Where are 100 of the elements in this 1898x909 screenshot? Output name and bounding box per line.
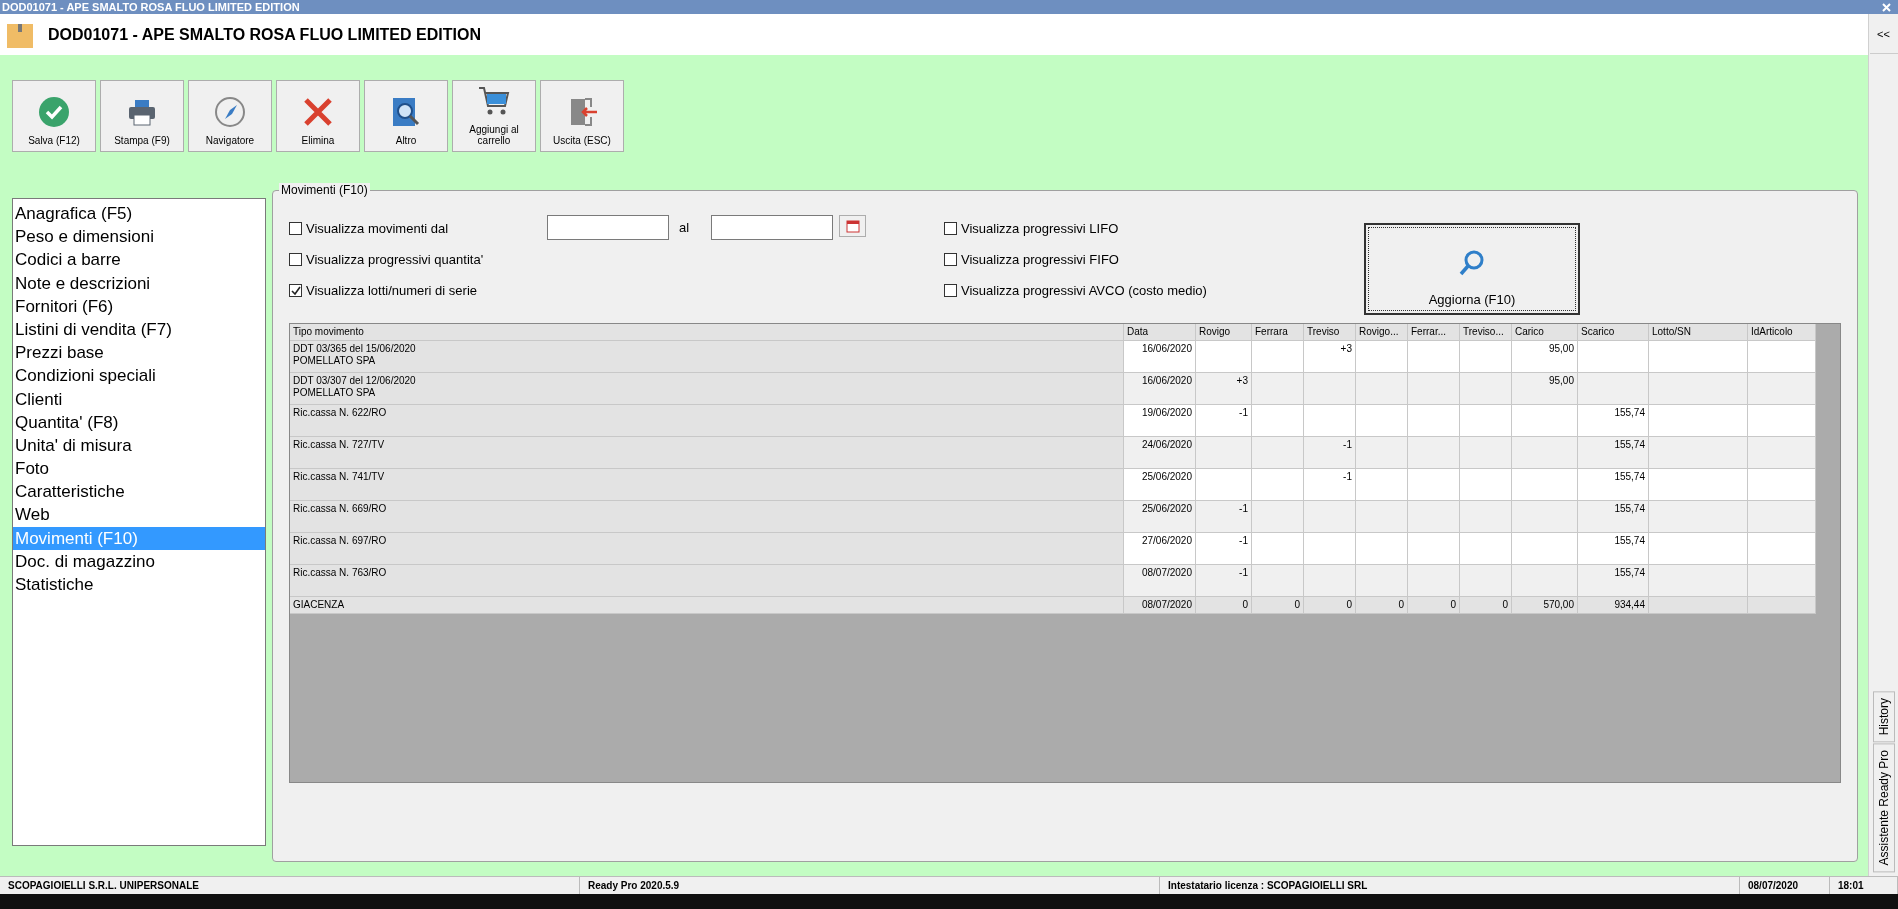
section-item[interactable]: Condizioni speciali bbox=[13, 364, 265, 388]
toolbar-button[interactable]: Aggiungi al carrello bbox=[452, 80, 536, 152]
toolbar-button[interactable]: Salva (F12) bbox=[12, 80, 96, 152]
toolbar-button[interactable]: Navigatore bbox=[188, 80, 272, 152]
table-cell bbox=[1512, 533, 1578, 565]
column-header[interactable]: Treviso... bbox=[1460, 324, 1512, 341]
column-header[interactable]: Treviso bbox=[1304, 324, 1356, 341]
table-cell bbox=[1408, 373, 1460, 405]
table-cell: 155,74 bbox=[1578, 469, 1649, 501]
table-cell bbox=[1356, 565, 1408, 597]
table-cell: 16/06/2020 bbox=[1124, 341, 1196, 373]
table-cell: 95,00 bbox=[1512, 341, 1578, 373]
table-cell bbox=[1196, 341, 1252, 373]
table-cell bbox=[1460, 373, 1512, 405]
section-item[interactable]: Note e descrizioni bbox=[13, 271, 265, 295]
checkbox-label: Visualizza progressivi AVCO (costo medio) bbox=[961, 283, 1207, 298]
section-item[interactable]: Doc. di magazzino bbox=[13, 549, 265, 573]
refresh-button[interactable]: Aggiorna (F10) bbox=[1364, 223, 1580, 315]
table-cell bbox=[1356, 501, 1408, 533]
table-cell bbox=[1252, 373, 1304, 405]
column-header[interactable]: Data bbox=[1124, 324, 1196, 341]
date-to-field[interactable] bbox=[711, 215, 834, 240]
section-item[interactable]: Prezzi base bbox=[13, 341, 265, 365]
column-header[interactable]: Carico bbox=[1512, 324, 1578, 341]
section-item[interactable]: Quantita' (F8) bbox=[13, 410, 265, 434]
toolbar-button[interactable]: Elimina bbox=[276, 80, 360, 152]
table-cell: 24/06/2020 bbox=[1124, 437, 1196, 469]
table-cell bbox=[1356, 405, 1408, 437]
side-tab[interactable]: History bbox=[1872, 691, 1895, 743]
section-item[interactable]: Clienti bbox=[13, 387, 265, 411]
checkbox-label: Visualizza progressivi quantita' bbox=[306, 252, 484, 267]
toolbar-button[interactable]: Uscita (ESC) bbox=[540, 80, 624, 152]
section-item[interactable]: Listini di vendita (F7) bbox=[13, 317, 265, 342]
table-cell: 19/06/2020 bbox=[1124, 405, 1196, 437]
table-cell bbox=[1408, 533, 1460, 565]
table-cell bbox=[1578, 341, 1649, 373]
table-cell bbox=[1408, 501, 1460, 533]
table-cell: -1 bbox=[1196, 501, 1252, 533]
compass-icon bbox=[213, 95, 247, 129]
section-item[interactable]: Caratteristiche bbox=[13, 480, 265, 504]
checkbox[interactable] bbox=[944, 222, 957, 235]
section-item[interactable]: Unita' di misura bbox=[13, 433, 265, 458]
check-icon bbox=[37, 95, 71, 129]
table-cell: Ric.cassa N. 697/RO bbox=[290, 533, 1124, 565]
table-cell bbox=[1460, 501, 1512, 533]
toolbar-button[interactable]: Stampa (F9) bbox=[100, 80, 184, 152]
section-item[interactable]: Codici a barre bbox=[13, 248, 265, 272]
date-to-label: al bbox=[679, 219, 690, 237]
table-cell: -1 bbox=[1304, 469, 1356, 501]
table-cell: DDT 03/365 del 15/06/2020 POMELLATO SPA bbox=[290, 341, 1124, 373]
table-cell: Ric.cassa N. 741/TV bbox=[290, 469, 1124, 501]
column-header[interactable]: Scarico bbox=[1578, 324, 1649, 341]
table-cell bbox=[1512, 437, 1578, 469]
table-cell bbox=[1748, 373, 1816, 405]
side-tab[interactable]: Assistente Ready Pro bbox=[1872, 742, 1895, 872]
table-cell: 0 bbox=[1304, 597, 1356, 614]
table-cell: 95,00 bbox=[1512, 373, 1578, 405]
table-cell bbox=[1460, 565, 1512, 597]
table-cell: Ric.cassa N. 622/RO bbox=[290, 405, 1124, 437]
table-cell: 25/06/2020 bbox=[1124, 501, 1196, 533]
column-header[interactable]: Ferrar... bbox=[1408, 324, 1460, 341]
table-cell: 0 bbox=[1196, 597, 1252, 614]
toolbar-button[interactable]: Altro bbox=[364, 80, 448, 152]
table-cell: 155,74 bbox=[1578, 565, 1649, 597]
column-header[interactable]: IdArticolo bbox=[1748, 324, 1816, 341]
section-item[interactable]: Web bbox=[13, 503, 265, 527]
calendar-button[interactable] bbox=[839, 215, 867, 237]
table-cell bbox=[1408, 341, 1460, 373]
table-cell bbox=[1356, 437, 1408, 469]
section-item[interactable]: Statistiche bbox=[13, 573, 265, 597]
date-from-field[interactable] bbox=[547, 215, 669, 240]
table-cell bbox=[1356, 469, 1408, 501]
table-cell bbox=[1304, 405, 1356, 437]
table-cell: 0 bbox=[1408, 597, 1460, 614]
checkbox[interactable] bbox=[944, 253, 957, 266]
column-header[interactable]: Tipo movimento bbox=[290, 324, 1124, 341]
window-title: DOD01071 - APE SMALTO ROSA FLUO LIMITED EDITION bbox=[2, 1, 300, 13]
table-cell: 08/07/2020 bbox=[1124, 597, 1196, 614]
table-cell: 155,74 bbox=[1578, 405, 1649, 437]
checkbox[interactable] bbox=[289, 222, 302, 235]
checkbox-label: Visualizza progressivi FIFO bbox=[961, 252, 1119, 267]
table-cell: 0 bbox=[1356, 597, 1408, 614]
checkbox[interactable] bbox=[289, 253, 302, 266]
column-header[interactable]: Lotto/SN bbox=[1649, 324, 1748, 341]
table-cell bbox=[1460, 437, 1512, 469]
section-item[interactable]: Foto bbox=[13, 457, 265, 481]
section-item[interactable]: Peso e dimensioni bbox=[13, 225, 265, 249]
checkbox[interactable] bbox=[944, 284, 957, 297]
table-cell: 155,74 bbox=[1578, 437, 1649, 469]
section-item[interactable]: Fornitori (F6) bbox=[13, 294, 265, 318]
column-header[interactable]: Ferrara bbox=[1252, 324, 1304, 341]
calendar-icon bbox=[845, 219, 860, 233]
checkbox[interactable] bbox=[289, 284, 302, 297]
table-cell: 08/07/2020 bbox=[1124, 565, 1196, 597]
checkbox-label: Visualizza movimenti dal bbox=[306, 221, 449, 236]
column-header[interactable]: Rovigo bbox=[1196, 324, 1252, 341]
section-item[interactable]: Anagrafica (F5) bbox=[13, 202, 265, 226]
column-header[interactable]: Rovigo... bbox=[1356, 324, 1408, 341]
table-cell: GIACENZA bbox=[290, 597, 1124, 614]
table-cell: 27/06/2020 bbox=[1124, 533, 1196, 565]
